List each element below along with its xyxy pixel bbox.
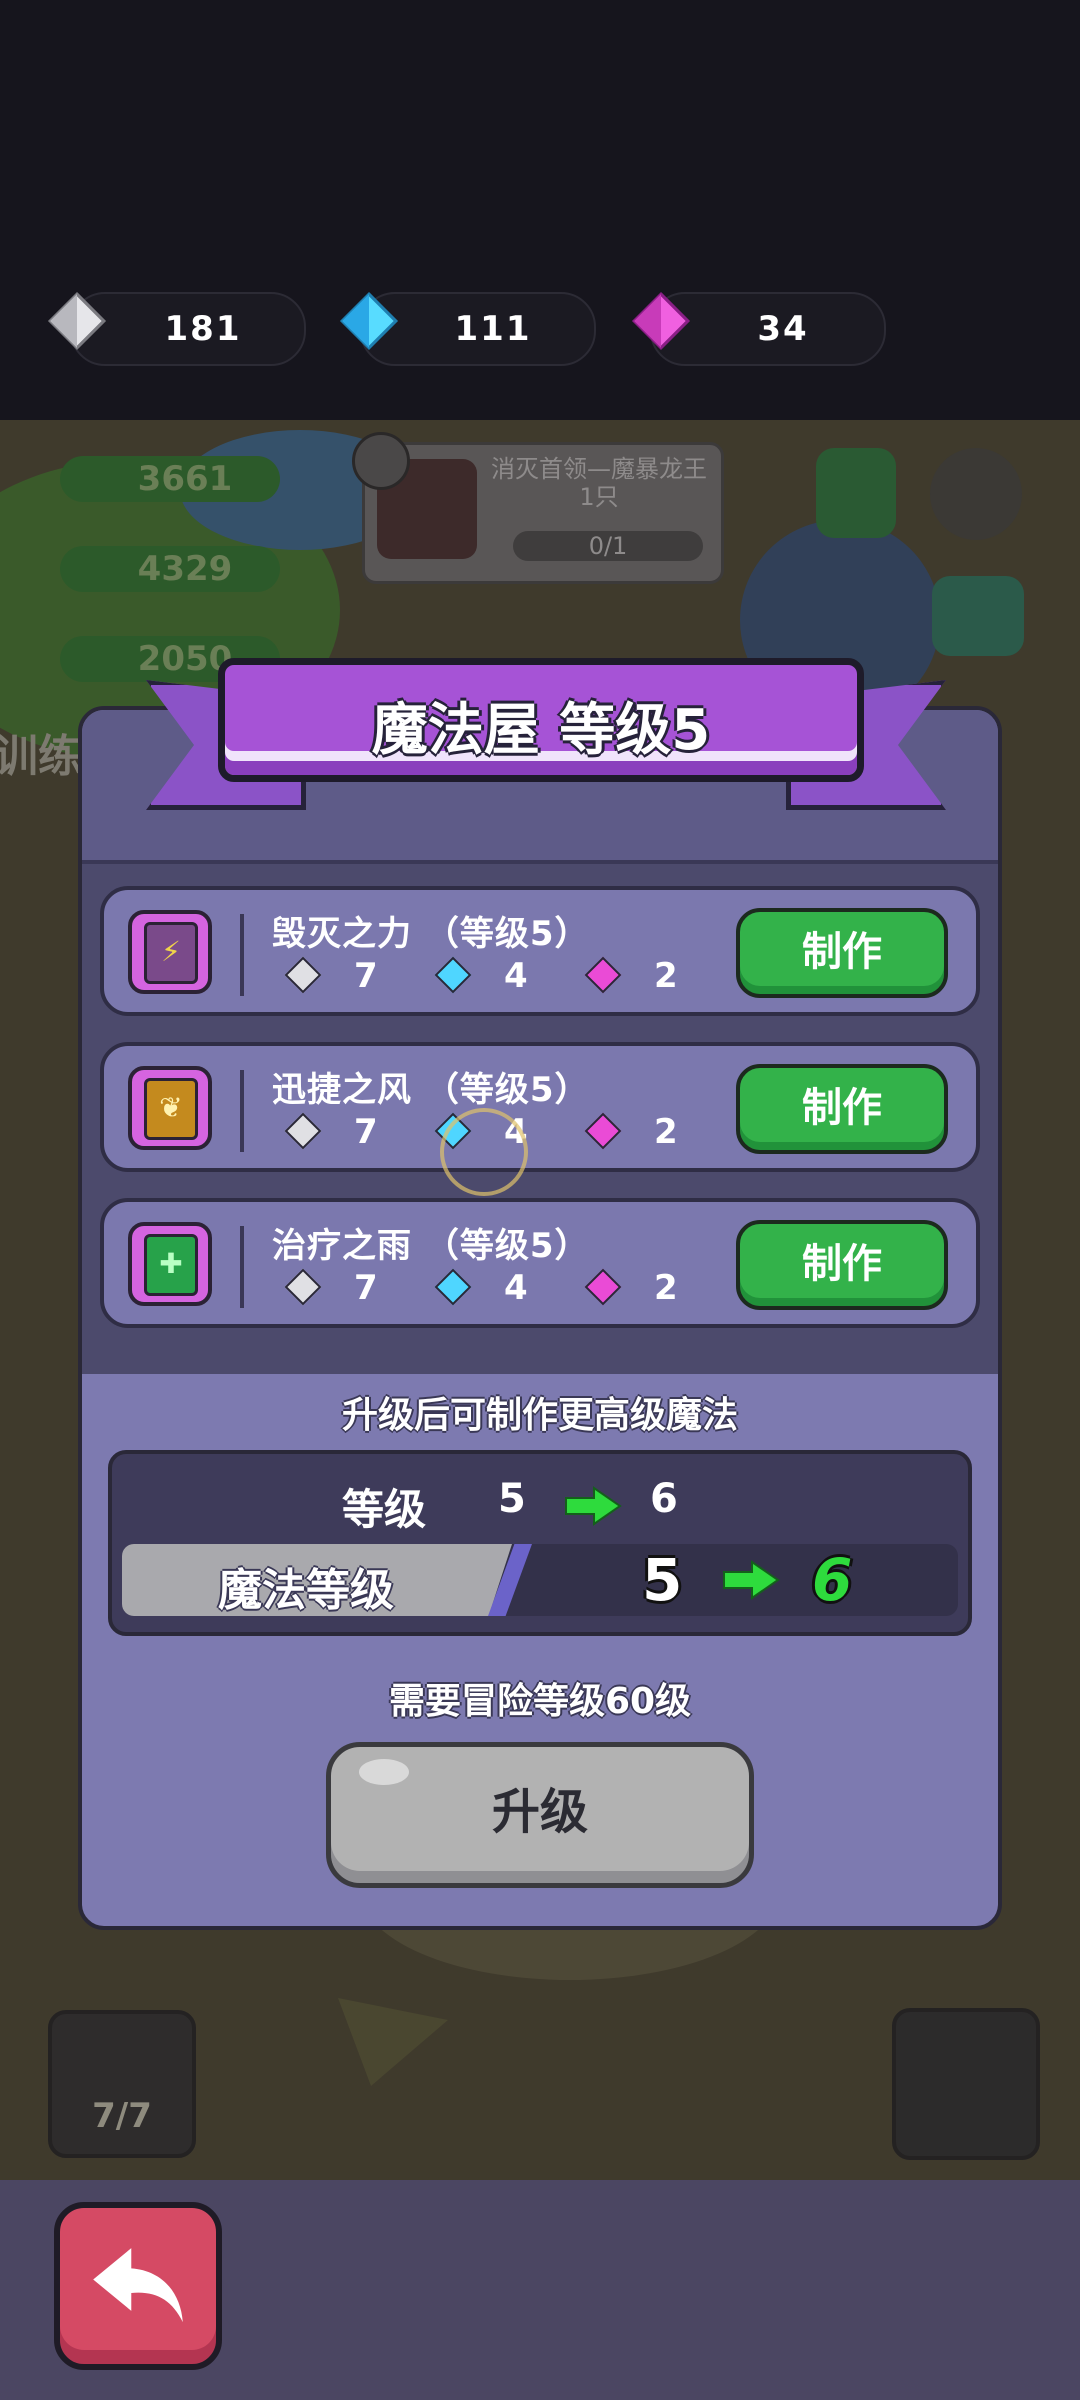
spell-name: 治疗之雨 （等级5） [272, 1226, 590, 1266]
lightning-icon: ⚡ [161, 935, 181, 968]
dialog-title-ribbon: 魔法屋 等级5 [218, 658, 864, 782]
level-current: 5 [498, 1476, 526, 1522]
arrow-right-icon [723, 1560, 780, 1600]
meat-resource: 3661 [60, 456, 280, 502]
upgrade-button[interactable]: 升级 [326, 1742, 754, 1888]
pink-gem-icon [631, 291, 691, 351]
pink-gem-icon [584, 1268, 622, 1306]
search-icon[interactable] [352, 432, 410, 490]
wood-resource: 4329 [60, 546, 280, 592]
quest-book-icon[interactable] [816, 448, 896, 538]
spell-row-healing-rain: ✚ 治疗之雨 （等级5） 7 4 2 制作 [100, 1198, 980, 1328]
upgrade-requirement: 需要冒险等级60级 [388, 1681, 692, 1722]
level-label: 等级 [342, 1485, 427, 1534]
level-next: 6 [650, 1476, 678, 1522]
building-level-row: 等级 5 6 [112, 1472, 968, 1534]
blue-gem-icon [434, 1268, 472, 1306]
back-button[interactable] [54, 2202, 222, 2370]
spell-row-destruction: ⚡ 毁灭之力 （等级5） 7 4 2 制作 [100, 886, 980, 1016]
silver-gem-icon [284, 1112, 322, 1150]
arrow-right-icon [565, 1486, 622, 1526]
magic-level-next: 6 [812, 1546, 853, 1614]
magic-level-label: 魔法等级 [218, 1565, 394, 1616]
feather-icon: ❦ [159, 1091, 183, 1124]
destruction-book-icon: ⚡ [128, 910, 212, 994]
level-comparison: 等级 5 6 魔法等级 5 6 [108, 1450, 972, 1636]
pink-gem-icon [584, 956, 622, 994]
spell-name: 迅捷之风 （等级5） [272, 1070, 590, 1110]
boss-task-progress: 0/1 [513, 531, 703, 561]
swift-wind-book-icon: ❦ [128, 1066, 212, 1150]
blue-gem-icon [434, 956, 472, 994]
upgrade-hint: 升级后可制作更高级魔法 [341, 1395, 738, 1436]
craft-button[interactable]: 制作 [736, 908, 948, 998]
silver-gem-icon [47, 291, 107, 351]
slime-squad-button[interactable]: 7/7 [48, 2010, 196, 2158]
back-arrow-icon [93, 2248, 183, 2323]
battle-button[interactable] [892, 2008, 1040, 2160]
spell-name: 毁灭之力 （等级5） [272, 914, 590, 954]
slime-count: 7/7 [92, 2096, 152, 2136]
magic-level-row: 魔法等级 5 6 [122, 1544, 958, 1616]
pink-gem-icon [584, 1112, 622, 1150]
gear-icon[interactable] [930, 448, 1022, 540]
silver-gem-icon [284, 956, 322, 994]
magic-level-current: 5 [642, 1546, 683, 1614]
silver-gem-icon [284, 1268, 322, 1306]
craft-button[interactable]: 制作 [736, 1064, 948, 1154]
mail-icon[interactable] [932, 576, 1024, 656]
side-label: 训练 [0, 731, 82, 782]
dialog-title: 魔法屋 等级5 [371, 698, 711, 763]
blue-gem-icon [339, 291, 399, 351]
healing-rain-book-icon: ✚ [128, 1222, 212, 1306]
medical-cross-icon: ✚ [159, 1247, 183, 1280]
spell-row-swift-wind: ❦ 迅捷之风 （等级5） 7 4 2 制作 [100, 1042, 980, 1172]
boss-task-text: 消灭首领—魔暴龙王1只 [491, 455, 707, 511]
upgrade-button-label: 升级 [491, 1784, 588, 1840]
boss-task-card[interactable]: 消灭首领—魔暴龙王1只 0/1 [362, 442, 724, 584]
craft-button[interactable]: 制作 [736, 1220, 948, 1310]
tap-sparkle-effect [440, 1108, 528, 1196]
